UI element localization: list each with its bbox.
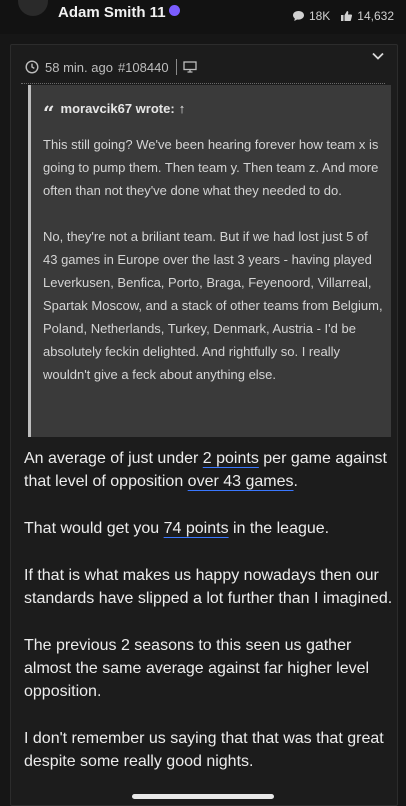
quote-body: This still going? We've been hearing for… xyxy=(43,133,383,409)
likes-count: 14,632 xyxy=(357,9,394,23)
divider xyxy=(175,59,177,75)
post-meta: 58 min. ago #108440 xyxy=(25,59,203,75)
views-stat: 18K xyxy=(292,9,330,23)
post-stats: 18K 14,632 xyxy=(292,9,394,23)
views-count: 18K xyxy=(308,9,331,23)
reply-paragraph: An average of just under 2 points per ga… xyxy=(24,450,387,490)
reply-paragraph: I don't remember us saying that that was… xyxy=(24,730,384,770)
quote-paragraph: No, they're not a briliant team. But if … xyxy=(43,229,383,382)
reply-paragraph: The previous 2 seasons to this seen us g… xyxy=(24,637,370,700)
reply-paragraph: If that is what makes us happy nowadays … xyxy=(24,567,393,607)
quote-author[interactable]: moravcik67 wrote: xyxy=(61,101,175,116)
reply-body: An average of just under 2 points per ga… xyxy=(24,447,396,797)
quote-icon: “ xyxy=(43,100,55,125)
home-indicator[interactable] xyxy=(132,794,274,799)
likes-stat: 14,632 xyxy=(340,9,394,23)
underlined-text: 2 points xyxy=(202,450,259,467)
online-status-icon xyxy=(168,5,180,16)
quote-block: “ moravcik67 wrote: ↑ This still going? … xyxy=(28,85,391,437)
comment-icon xyxy=(292,11,304,21)
user-header: Adam Smith 11 18K 14,632 xyxy=(0,0,406,34)
post-time: 58 min. ago xyxy=(45,59,113,75)
meta-divider xyxy=(21,83,385,84)
clock-icon xyxy=(25,60,39,74)
avatar[interactable] xyxy=(18,0,48,16)
chevron-down-icon[interactable] xyxy=(371,51,385,61)
underlined-text: over 43 games xyxy=(187,473,294,490)
reply-paragraph: That would get you 74 points in the leag… xyxy=(24,520,330,537)
underlined-text: 74 points xyxy=(163,520,229,537)
desktop-icon xyxy=(182,61,197,73)
username-text[interactable]: Adam Smith 11 xyxy=(58,4,166,21)
username[interactable]: Adam Smith 11 xyxy=(58,4,180,21)
thumbs-up-icon xyxy=(341,11,353,21)
jump-to-quote-icon[interactable]: ↑ xyxy=(179,101,186,116)
quote-header: “ moravcik67 wrote: ↑ xyxy=(43,100,186,125)
forum-post: 58 min. ago #108440 “ moravcik67 wrote: … xyxy=(10,44,398,806)
post-id-link[interactable]: #108440 xyxy=(118,60,169,75)
quote-paragraph: This still going? We've been hearing for… xyxy=(43,137,379,198)
